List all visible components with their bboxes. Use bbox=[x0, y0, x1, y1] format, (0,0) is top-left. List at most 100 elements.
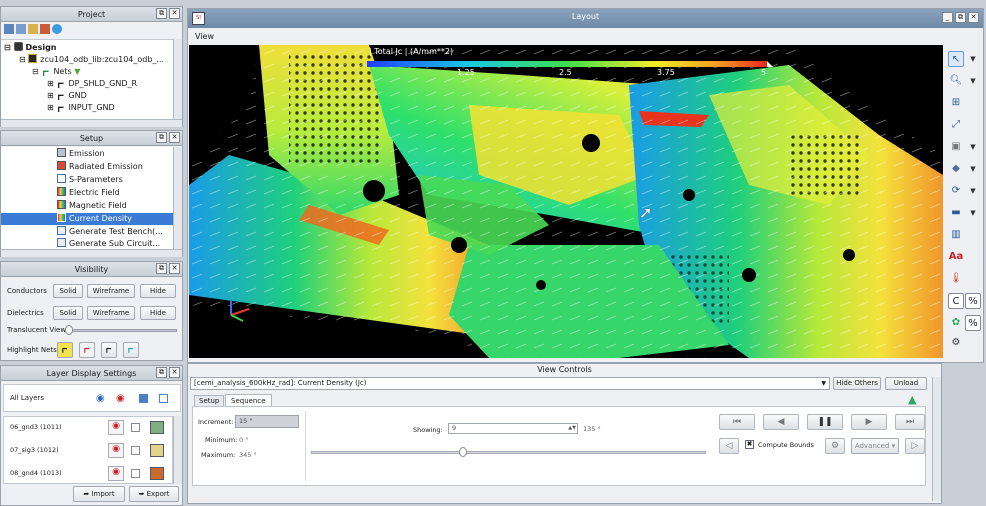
sequence-slider[interactable] bbox=[311, 451, 706, 454]
layer-wire-icon[interactable] bbox=[131, 469, 140, 478]
hide-others-button[interactable]: Hide Others bbox=[833, 377, 881, 390]
translucent-slider[interactable] bbox=[67, 329, 177, 332]
eye-icon[interactable]: ◉ bbox=[108, 443, 124, 458]
setup-item-radiated-emission[interactable]: Radiated Emission bbox=[57, 161, 143, 173]
step-back-button[interactable]: ◀ bbox=[763, 414, 799, 430]
filter-icon[interactable]: ▼ bbox=[74, 67, 80, 76]
color-wheel-icon[interactable]: ✿ bbox=[948, 315, 964, 331]
probe-icon[interactable]: ⚙︎ bbox=[948, 335, 964, 351]
advanced-dropdown[interactable]: Advanced ▾ bbox=[851, 438, 899, 454]
thermometer-icon[interactable]: 🌡︎ bbox=[948, 271, 964, 287]
sequence-slider-handle[interactable] bbox=[459, 447, 467, 457]
import-button[interactable]: ➦ Import bbox=[73, 486, 125, 502]
tool-icon[interactable] bbox=[4, 24, 14, 34]
project-hscroll[interactable] bbox=[1, 119, 182, 127]
eye-off-icon[interactable]: ◉ bbox=[116, 393, 125, 404]
tree-item-design[interactable]: ⊟ Design bbox=[4, 42, 57, 54]
float-button[interactable]: ⧉ bbox=[156, 263, 167, 274]
layer-wire-icon[interactable] bbox=[131, 423, 140, 432]
dropdown-icon[interactable]: ▼ bbox=[965, 183, 981, 199]
float-button[interactable]: ⧉ bbox=[156, 367, 167, 378]
setup-hscroll[interactable] bbox=[1, 249, 182, 257]
close-button[interactable]: ✕ bbox=[169, 263, 180, 274]
tool-icon[interactable] bbox=[28, 24, 38, 34]
project-vscroll[interactable] bbox=[173, 39, 182, 119]
play-button[interactable]: ▶ bbox=[851, 414, 887, 430]
dropdown-icon[interactable]: ▼ bbox=[965, 73, 981, 89]
close-button[interactable]: ✕ bbox=[169, 132, 180, 143]
export-button[interactable]: ➥ Export bbox=[129, 486, 179, 502]
eye-icon[interactable]: ◉ bbox=[96, 393, 105, 404]
tree-item-lib[interactable]: ⊟ zcu104_odb_lib:zcu104_odb_... bbox=[19, 54, 164, 66]
last-frame-button[interactable]: ⏭ bbox=[895, 414, 925, 430]
select-arrow-icon[interactable]: ↖ bbox=[948, 51, 964, 67]
dielectrics-hide-button[interactable]: Hide bbox=[140, 306, 176, 320]
fit-view-icon[interactable]: ⊞ bbox=[948, 95, 964, 111]
text-label-icon[interactable]: Aa bbox=[948, 249, 964, 265]
zoom-region-icon[interactable]: ⤢ bbox=[948, 117, 964, 133]
setup-item-current-density[interactable]: Current Density bbox=[1, 213, 173, 225]
close-button[interactable]: ✕ bbox=[169, 8, 180, 19]
export-sequence-icon[interactable]: ▷ bbox=[905, 438, 925, 454]
close-button[interactable]: ✕ bbox=[169, 367, 180, 378]
layer-wire-icon[interactable] bbox=[131, 446, 140, 455]
tree-item-nets[interactable]: ⊟ ┏╸ Nets ▼ bbox=[32, 66, 80, 78]
tree-item-net[interactable]: ⊞ ┏╸ INPUT_GND bbox=[47, 102, 115, 114]
plane-icon[interactable]: ▬ bbox=[948, 205, 964, 221]
layer-color-swatch[interactable] bbox=[150, 467, 164, 480]
float-button[interactable]: ⧉ bbox=[156, 132, 167, 143]
loop-button[interactable]: ◁ bbox=[719, 438, 739, 454]
restore-button[interactable]: ⧉ bbox=[955, 12, 966, 23]
c-toggle-icon[interactable]: C bbox=[948, 293, 964, 309]
bar-chart-icon[interactable]: ▥ bbox=[948, 227, 964, 243]
dielectrics-solid-button[interactable]: Solid bbox=[53, 306, 83, 320]
dropdown-icon[interactable]: ▼ bbox=[965, 205, 981, 221]
view-box-icon[interactable]: ▣ bbox=[948, 139, 964, 155]
conductors-hide-button[interactable]: Hide bbox=[140, 284, 176, 298]
layer-row[interactable]: 08_gnd4 (1013) ◉ bbox=[4, 463, 172, 485]
setup-item-test-bench[interactable]: Generate Test Bench(... bbox=[57, 226, 163, 238]
dielectrics-wireframe-button[interactable]: Wireframe bbox=[87, 306, 135, 320]
eye-icon[interactable]: ◉ bbox=[108, 420, 124, 435]
layer-color-swatch[interactable] bbox=[150, 421, 164, 434]
rotate-icon[interactable]: ⟳ bbox=[948, 183, 964, 199]
tool-icon[interactable] bbox=[52, 24, 62, 34]
conductors-wireframe-button[interactable]: Wireframe bbox=[87, 284, 135, 298]
dropdown-icon[interactable]: ▼ bbox=[965, 161, 981, 177]
layer-row[interactable]: 07_sig3 (1012) ◉ bbox=[4, 440, 172, 462]
setup-vscroll[interactable] bbox=[173, 147, 182, 249]
cube-icon[interactable]: ◆ bbox=[948, 161, 964, 177]
unload-button[interactable]: Unload bbox=[885, 377, 927, 390]
menu-view[interactable]: View bbox=[195, 32, 214, 41]
layout-canvas[interactable]: | Total Jc | (A/mm**2) 1.25 2.5 3.75 5 ➚ bbox=[189, 45, 943, 358]
tool-icon[interactable] bbox=[40, 24, 50, 34]
compute-bounds-checkbox[interactable]: ✖ bbox=[745, 440, 754, 449]
setup-item-magnetic-field[interactable]: Magnetic Field bbox=[57, 200, 127, 212]
dropdown-icon[interactable]: ▼ bbox=[965, 51, 981, 67]
increment-field[interactable]: 15 ° bbox=[235, 415, 299, 428]
minimize-button[interactable]: _ bbox=[942, 12, 953, 23]
dropdown-icon[interactable]: ▼ bbox=[965, 139, 981, 155]
percent-icon[interactable]: % bbox=[965, 315, 981, 331]
layer-row[interactable]: 06_gnd3 (1011) ◉ bbox=[4, 417, 172, 439]
settings-icon[interactable]: ⚙ bbox=[825, 438, 845, 454]
zoom-icon[interactable]: 🔍︎ bbox=[948, 73, 964, 89]
layer-wire-icon[interactable] bbox=[159, 394, 168, 403]
layer-vscroll[interactable] bbox=[173, 416, 182, 484]
tree-item-net[interactable]: ⊞ ┏╸ DP_SHLD_GND_R bbox=[47, 78, 137, 90]
view-controls-vscroll[interactable] bbox=[932, 377, 941, 501]
tool-icon[interactable] bbox=[16, 24, 26, 34]
close-button[interactable]: ✕ bbox=[968, 12, 979, 23]
highlight-red-button[interactable]: ┏╸ bbox=[79, 342, 95, 358]
layer-solid-icon[interactable] bbox=[139, 394, 148, 403]
layer-color-swatch[interactable] bbox=[150, 444, 164, 457]
setup-item-electric-field[interactable]: Electric Field bbox=[57, 187, 120, 199]
eye-icon[interactable]: ◉ bbox=[108, 466, 124, 481]
highlight-yellow-button[interactable]: ┏╸ bbox=[57, 342, 73, 358]
spin-arrows-icon[interactable]: ▲▼ bbox=[568, 424, 576, 433]
float-button[interactable]: ⧉ bbox=[156, 8, 167, 19]
conductors-solid-button[interactable]: Solid bbox=[53, 284, 83, 298]
tree-item-net[interactable]: ⊞ ┏╸ GND bbox=[47, 90, 87, 102]
translucent-slider-handle[interactable] bbox=[65, 325, 73, 335]
first-frame-button[interactable]: ⏮ bbox=[719, 414, 755, 430]
